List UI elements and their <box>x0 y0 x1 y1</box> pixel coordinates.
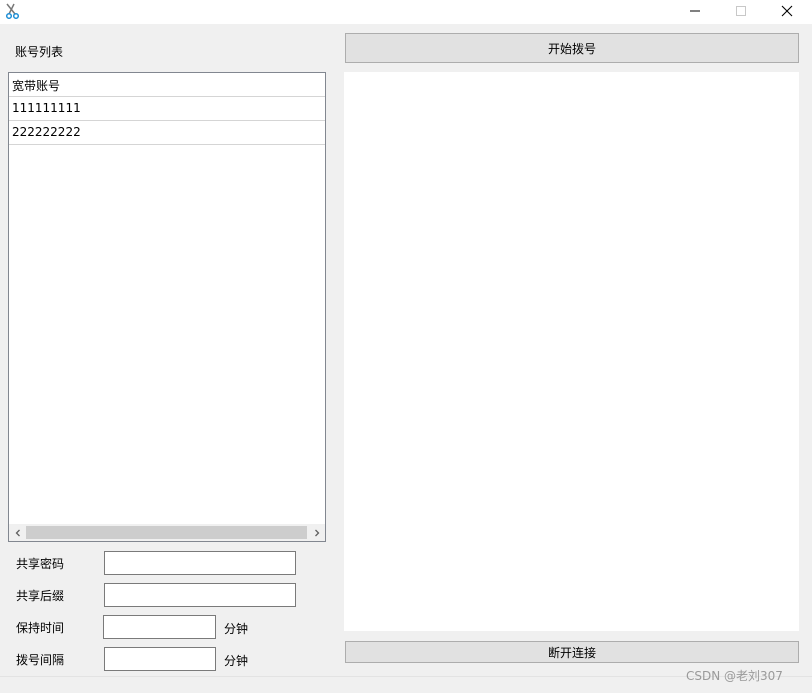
account-value: 111111111 <box>12 101 81 115</box>
scissors-icon <box>4 3 20 20</box>
chevron-right-icon <box>313 526 321 540</box>
maximize-icon <box>735 5 747 20</box>
disconnect-button[interactable]: 断开连接 <box>345 641 799 663</box>
share-suffix-label: 共享后缀 <box>16 589 65 603</box>
scroll-left-button[interactable] <box>9 524 26 541</box>
list-item[interactable]: 222222222 <box>9 121 325 145</box>
account-list-title: 账号列表 <box>15 45 64 59</box>
account-value: 222222222 <box>12 125 81 139</box>
share-suffix-input[interactable] <box>104 583 296 607</box>
horizontal-scrollbar[interactable] <box>9 524 325 541</box>
title-bar <box>0 0 812 24</box>
scroll-right-button[interactable] <box>308 524 325 541</box>
watermark: CSDN @老刘307 <box>686 669 783 683</box>
keep-time-input[interactable] <box>103 615 216 639</box>
close-icon <box>781 5 793 20</box>
log-output-panel[interactable] <box>344 72 799 631</box>
keep-time-label: 保持时间 <box>16 621 65 635</box>
column-header-broadband-account[interactable]: 宽带账号 <box>9 73 325 97</box>
share-password-input[interactable] <box>104 551 296 575</box>
share-password-label: 共享密码 <box>16 557 65 571</box>
dial-interval-input[interactable] <box>104 647 216 671</box>
dial-interval-unit: 分钟 <box>224 654 249 668</box>
start-dial-button[interactable]: 开始拨号 <box>345 33 799 63</box>
scrollbar-thumb[interactable] <box>26 526 307 539</box>
column-header-label: 宽带账号 <box>12 79 61 93</box>
close-button[interactable] <box>764 0 810 24</box>
chevron-left-icon <box>14 526 22 540</box>
list-item[interactable]: 111111111 <box>9 97 325 121</box>
keep-time-unit: 分钟 <box>224 622 249 636</box>
maximize-button[interactable] <box>718 0 764 24</box>
dial-interval-label: 拨号间隔 <box>16 653 65 667</box>
minimize-button[interactable] <box>672 0 718 24</box>
minimize-icon <box>689 5 701 20</box>
account-list[interactable]: 宽带账号 111111111 222222222 <box>8 72 326 542</box>
